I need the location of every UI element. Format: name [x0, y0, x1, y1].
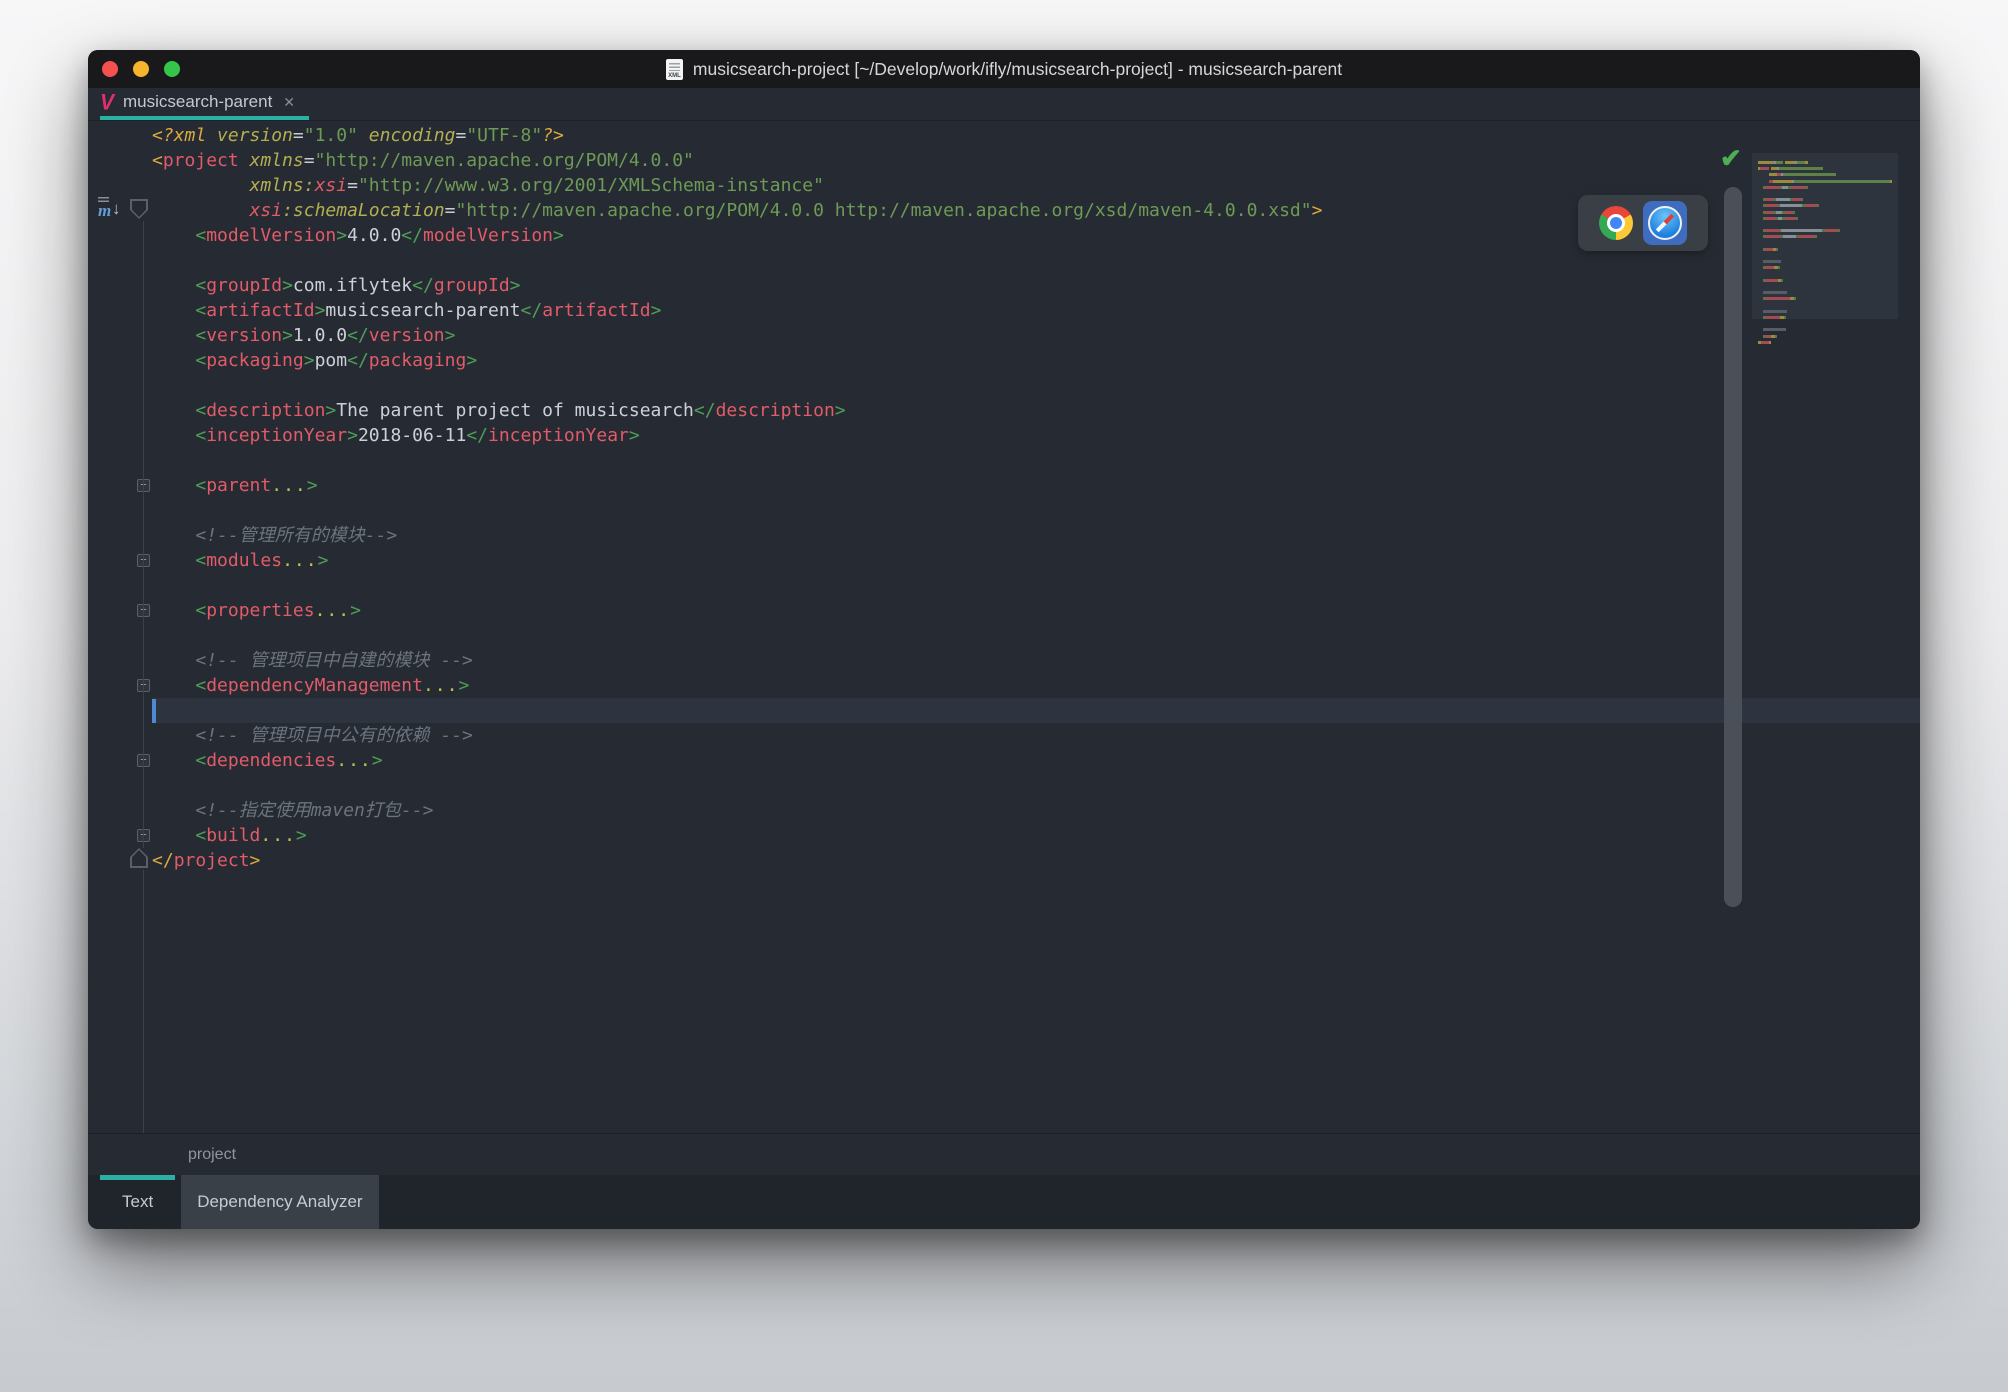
maven-reimport-icon[interactable]: m ↓	[98, 197, 128, 225]
tab-musicsearch-parent[interactable]: V musicsearch-parent ✕	[100, 88, 309, 120]
code-line[interactable]: <project xmlns="http://maven.apache.org/…	[152, 148, 1920, 173]
editor-tab-bar: V musicsearch-parent ✕	[88, 88, 1920, 121]
code-line[interactable]	[152, 373, 1920, 398]
code-line[interactable]: <!-- 管理项目中自建的模块 -->	[152, 648, 1920, 673]
code-line[interactable]	[152, 248, 1920, 273]
code-minimap[interactable]	[1752, 153, 1898, 1093]
code-line[interactable]: </project>	[152, 848, 1920, 873]
code-line[interactable]: <packaging>pom</packaging>	[152, 348, 1920, 373]
desktop-background: XML musicsearch-project [~/Develop/work/…	[0, 0, 2008, 1392]
fold-guide-line	[143, 870, 144, 1133]
fold-guide-line	[143, 221, 144, 848]
safari-browser-icon	[1648, 206, 1682, 240]
code-line[interactable]: + <dependencyManagement...>	[152, 673, 1920, 698]
code-line[interactable]: + <modules...>	[152, 548, 1920, 573]
code-line[interactable]: <description>The parent project of music…	[152, 398, 1920, 423]
title-bar[interactable]: XML musicsearch-project [~/Develop/work/…	[88, 50, 1920, 88]
tab-dependency-analyzer[interactable]: Dependency Analyzer	[181, 1175, 378, 1229]
tab-text[interactable]: Text	[100, 1175, 175, 1229]
tab-label: musicsearch-parent	[123, 92, 272, 112]
inspections-ok-icon[interactable]: ✔	[1720, 143, 1742, 174]
code-line[interactable]: <!--指定使用maven打包-->	[152, 798, 1920, 823]
code-line[interactable]: + <build...>	[152, 823, 1920, 848]
code-line[interactable]	[152, 573, 1920, 598]
ide-window: XML musicsearch-project [~/Develop/work/…	[88, 50, 1920, 1229]
text-caret	[152, 699, 156, 723]
fold-end-handle[interactable]	[130, 848, 148, 868]
code-line[interactable]	[152, 698, 1920, 723]
code-line[interactable]	[152, 773, 1920, 798]
code-line[interactable]: <groupId>com.iflytek</groupId>	[152, 273, 1920, 298]
code-line[interactable]	[152, 498, 1920, 523]
code-line[interactable]	[152, 623, 1920, 648]
code-line[interactable]: <inceptionYear>2018-06-11</inceptionYear…	[152, 423, 1920, 448]
window-title-area: XML musicsearch-project [~/Develop/work/…	[88, 50, 1920, 88]
breadcrumb-project[interactable]: project	[188, 1146, 236, 1164]
code-line[interactable]: <!--管理所有的模块-->	[152, 523, 1920, 548]
code-line[interactable]: <version>1.0.0</version>	[152, 323, 1920, 348]
tab-close-icon[interactable]: ✕	[283, 94, 295, 111]
xml-document-icon: XML	[666, 59, 683, 80]
open-in-browser-popup	[1578, 195, 1708, 251]
safari-browser-highlight[interactable]	[1643, 201, 1687, 245]
code-line[interactable]: <!-- 管理项目中公有的依赖 -->	[152, 723, 1920, 748]
code-line[interactable]: <artifactId>musicsearch-parent</artifact…	[152, 298, 1920, 323]
vertical-scrollbar[interactable]	[1724, 187, 1742, 907]
window-title: musicsearch-project [~/Develop/work/ifly…	[693, 59, 1342, 80]
code-line[interactable]	[152, 448, 1920, 473]
code-editor[interactable]: <?xml version="1.0" encoding="UTF-8"?><p…	[88, 121, 1920, 1133]
file-type-icon: V	[100, 91, 114, 113]
code-line[interactable]: <?xml version="1.0" encoding="UTF-8"?>	[152, 123, 1920, 148]
chrome-browser-icon[interactable]	[1599, 206, 1633, 240]
code-line[interactable]: + <parent...>	[152, 473, 1920, 498]
code-line[interactable]: + <dependencies...>	[152, 748, 1920, 773]
breadcrumb-bar: project	[88, 1133, 1920, 1175]
fold-start-handle[interactable]	[130, 199, 148, 219]
code-line[interactable]: + <properties...>	[152, 598, 1920, 623]
bottom-tab-bar: Text Dependency Analyzer	[88, 1175, 1920, 1229]
